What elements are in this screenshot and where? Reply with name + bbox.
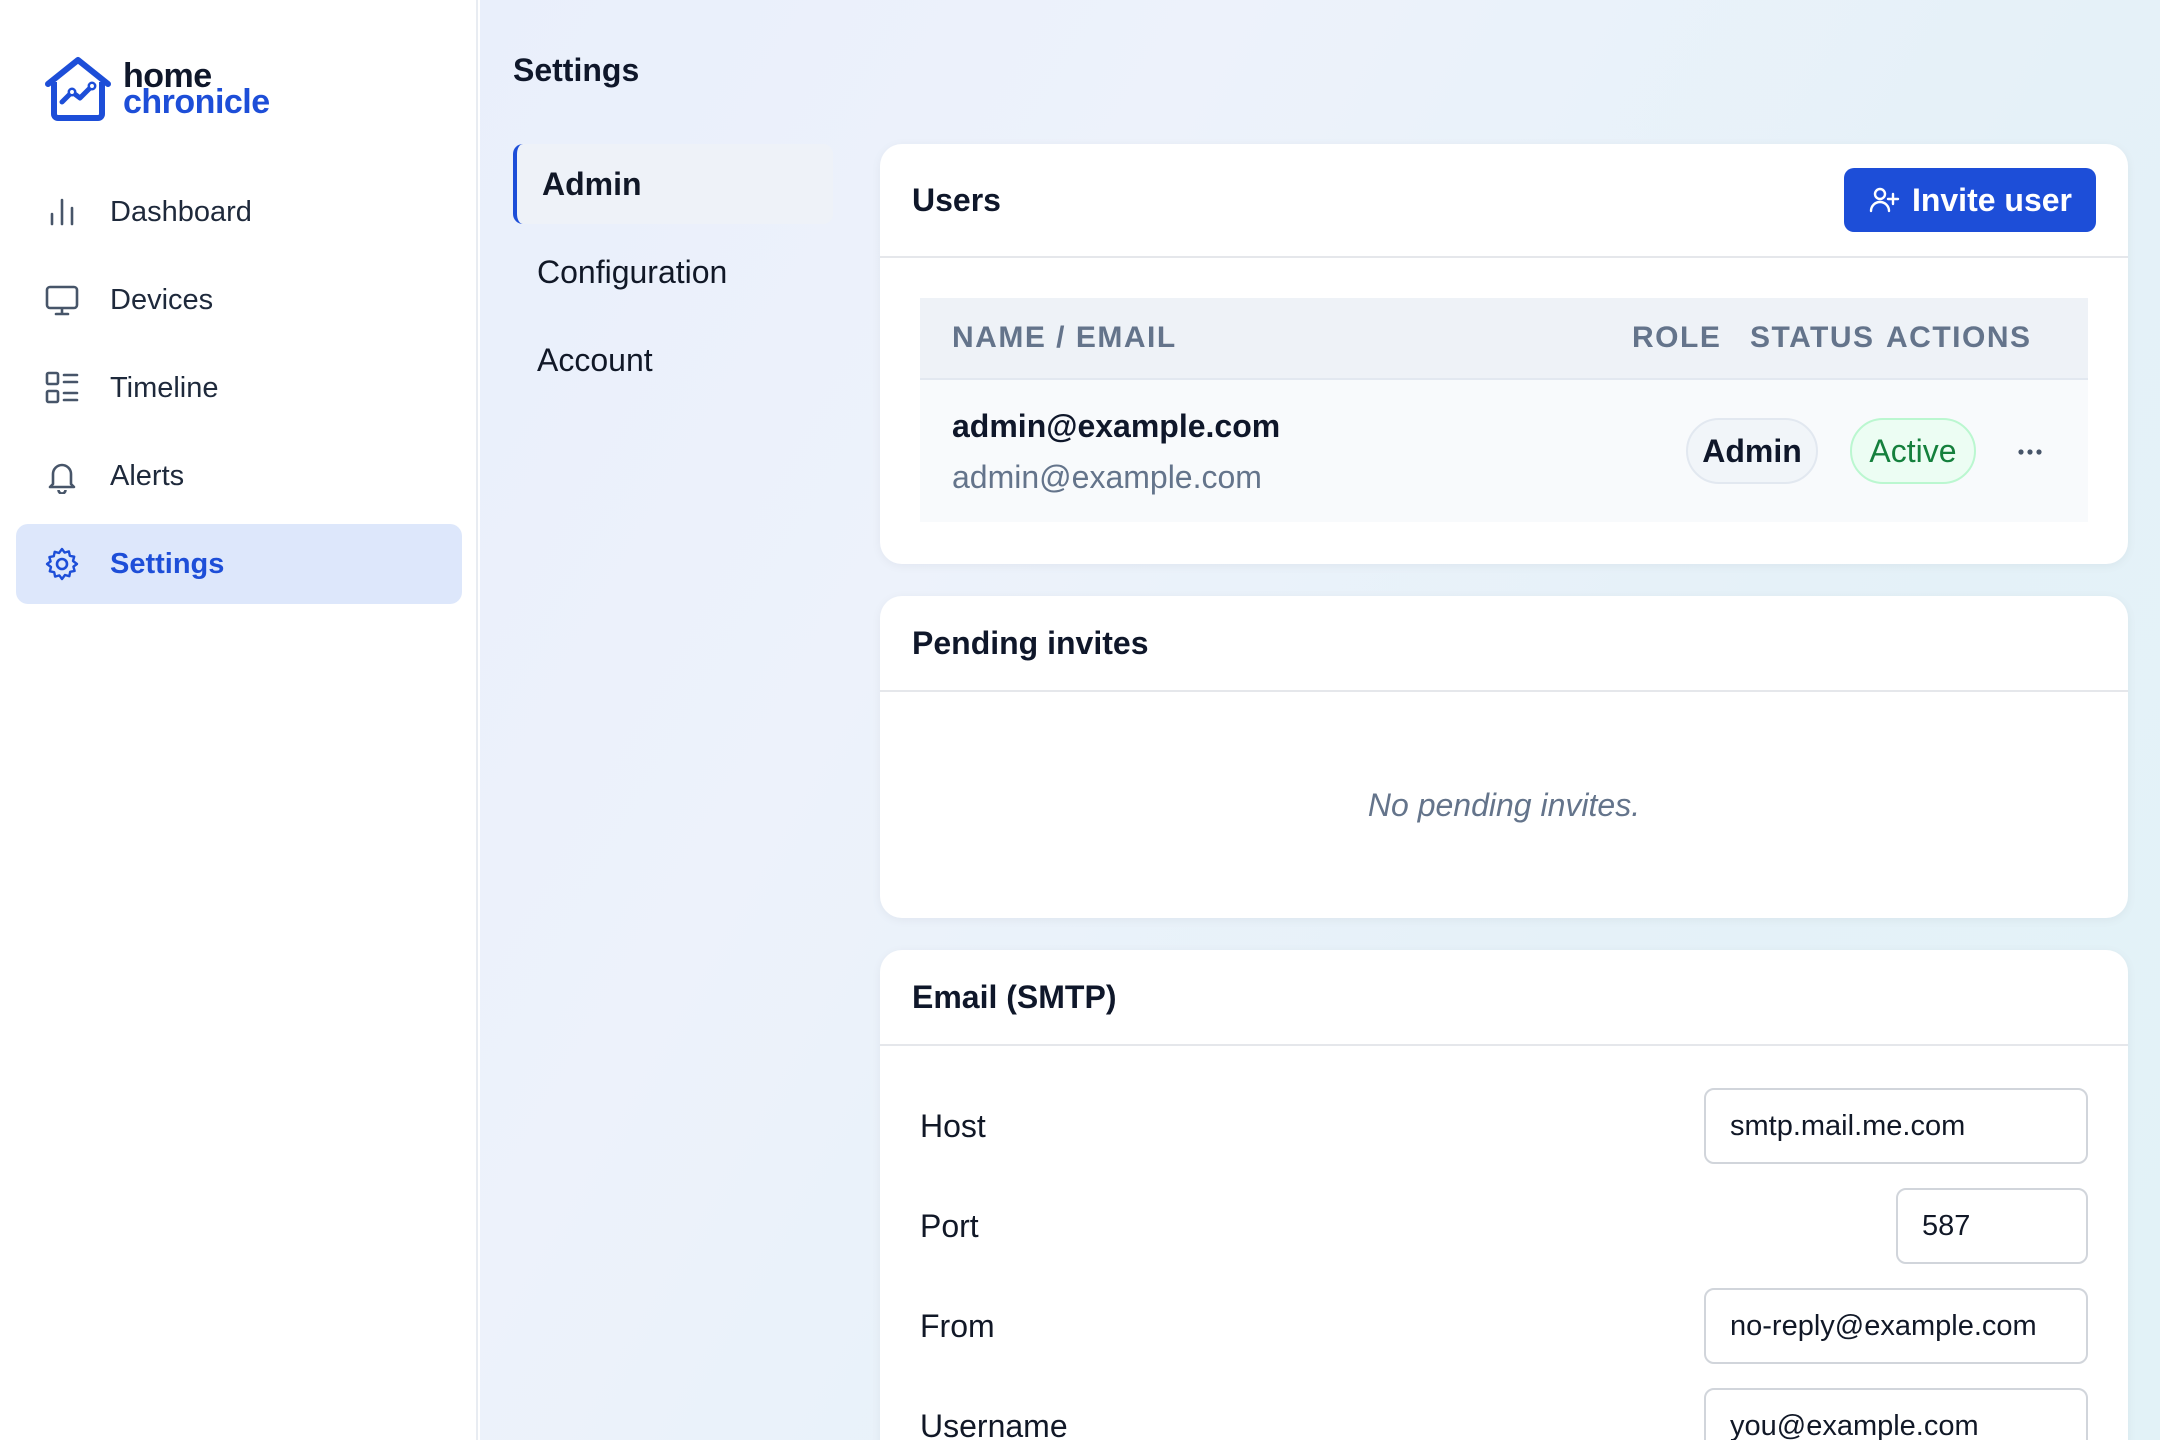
- column-header-actions: Actions: [1886, 321, 2032, 354]
- brand-line-2: chronicle: [123, 83, 270, 121]
- pending-invites-header: Pending invites: [880, 596, 2128, 692]
- sidebar-item-label: Alerts: [110, 459, 185, 492]
- brand-wordmark: home chronicle: [123, 59, 270, 121]
- user-email: admin@example.com: [952, 459, 1262, 495]
- sidebar-item-label: Timeline: [110, 371, 219, 404]
- smtp-card: Email (SMTP) Host Port From Username: [880, 950, 2128, 1440]
- smtp-username-input[interactable]: [1704, 1388, 2088, 1440]
- subnav-item-account[interactable]: Account: [513, 320, 833, 400]
- role-badge: Admin: [1686, 418, 1818, 484]
- smtp-from-input[interactable]: [1704, 1288, 2088, 1364]
- smtp-username-label: Username: [920, 1408, 1068, 1440]
- gear-icon: [42, 544, 82, 584]
- main-content: Settings Admin Configuration Account Use…: [480, 0, 2160, 1440]
- subnav-item-configuration[interactable]: Configuration: [513, 232, 833, 312]
- sidebar-item-devices[interactable]: Devices: [16, 260, 462, 340]
- smtp-card-title: Email (SMTP): [912, 978, 1117, 1015]
- bell-icon: [42, 456, 82, 496]
- list-grid-icon: [42, 368, 82, 408]
- house-chart-icon: [45, 57, 111, 121]
- user-name: admin@example.com: [952, 408, 1281, 444]
- invite-user-button[interactable]: Invite user: [1843, 168, 2096, 232]
- user-plus-icon: [1869, 187, 1900, 213]
- pending-invites-card: Pending invites No pending invites.: [880, 596, 2128, 918]
- users-card-title: Users: [912, 181, 1001, 218]
- users-table: Name / Email Role Status Actions admin@e…: [920, 298, 2088, 522]
- sidebar-item-dashboard[interactable]: Dashboard: [16, 172, 462, 252]
- smtp-host-input[interactable]: [1704, 1088, 2088, 1164]
- sidebar-item-label: Dashboard: [110, 195, 252, 228]
- pending-invites-empty-state: No pending invites.: [1367, 786, 1641, 823]
- users-table-header: Name / Email Role Status Actions: [920, 298, 2088, 380]
- sidebar-nav: Dashboard Devices Timeline Alerts Settin…: [16, 172, 462, 612]
- smtp-port-row: Port: [920, 1188, 2088, 1264]
- column-header-status: Status: [1750, 321, 1875, 354]
- brand-logo[interactable]: home chronicle: [42, 56, 270, 122]
- bar-chart-icon: [42, 192, 82, 232]
- more-actions-icon[interactable]: [2010, 432, 2050, 472]
- smtp-port-label: Port: [920, 1208, 979, 1244]
- sidebar-item-timeline[interactable]: Timeline: [16, 348, 462, 428]
- subnav-item-admin[interactable]: Admin: [513, 144, 833, 224]
- users-card-header: Users Invite user: [880, 144, 2128, 258]
- status-badge: Active: [1850, 418, 1976, 484]
- smtp-card-header: Email (SMTP): [880, 950, 2128, 1046]
- user-name-email-cell: admin@example.com admin@example.com: [952, 408, 1280, 496]
- smtp-host-row: Host: [920, 1088, 2088, 1164]
- sidebar-item-settings[interactable]: Settings: [16, 524, 462, 604]
- pending-invites-title: Pending invites: [912, 624, 1149, 661]
- sidebar-item-alerts[interactable]: Alerts: [16, 436, 462, 516]
- settings-subnav: Admin Configuration Account: [513, 144, 833, 408]
- users-card: Users Invite user Name / Email Role Stat…: [880, 144, 2128, 564]
- smtp-from-row: From: [920, 1288, 2088, 1364]
- smtp-username-row: Username: [920, 1388, 2088, 1440]
- sidebar-item-label: Settings: [110, 547, 225, 580]
- column-header-role: Role: [1632, 321, 1722, 354]
- sidebar-item-label: Devices: [110, 283, 214, 316]
- smtp-host-label: Host: [920, 1108, 986, 1144]
- sidebar: home chronicle Dashboard Devices Timelin…: [0, 0, 478, 1440]
- smtp-from-label: From: [920, 1308, 995, 1344]
- table-row: admin@example.com admin@example.com Admi…: [920, 380, 2088, 522]
- page-title: Settings: [513, 52, 640, 88]
- monitor-icon: [42, 280, 82, 320]
- invite-user-label: Invite user: [1911, 181, 2072, 218]
- smtp-port-input[interactable]: [1896, 1188, 2088, 1264]
- column-header-name-email: Name / Email: [952, 321, 1177, 354]
